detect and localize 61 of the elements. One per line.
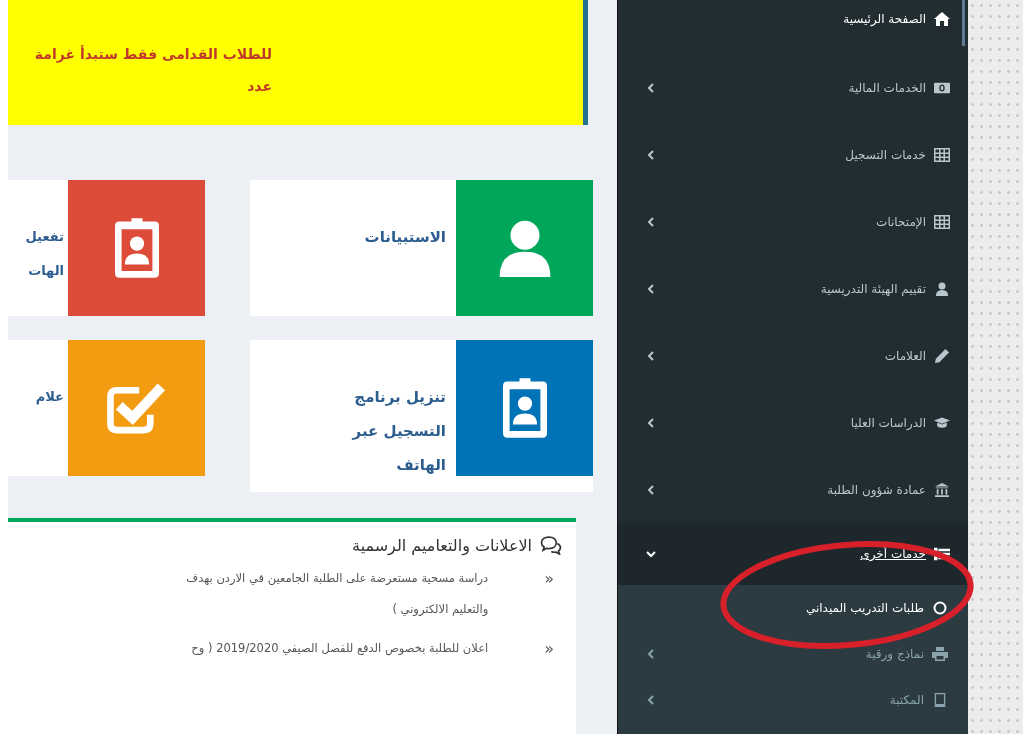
list-icon [934,547,950,561]
tile-label[interactable]: تفعيل [8,220,64,254]
tile-label[interactable]: الاستبيانات [250,220,446,254]
menu-label[interactable]: خدمات أخرى [860,547,926,561]
menu-label[interactable]: الخدمات المالية [848,80,926,95]
tablet-icon [932,693,948,707]
shortcut-tile[interactable]: تفعيل الهات [8,180,205,316]
tile-label[interactable]: التسجيل عبر [250,414,446,448]
menu-label[interactable]: الصفحة الرئيسية [843,12,926,26]
pencil-icon [934,348,950,363]
scrollbar-thumb [962,0,965,46]
user-icon [498,219,551,277]
panel-title: الاعلانات والتعاميم الرسمية [352,536,532,555]
menu-item[interactable]: خدمات التسجيل [618,121,968,188]
menu-label[interactable]: العلامات [884,348,926,363]
submenu-item[interactable]: طلبات التدريب الميداني [618,585,968,631]
bullet-mark: « [544,571,554,590]
notice-text: عدد [246,77,272,96]
menu-item[interactable]: عمادة شؤون الطلبة [618,456,968,523]
id-badge-icon [502,378,547,438]
graduation-cap-icon [934,415,950,430]
menu-label[interactable]: عمادة شؤون الطلبة [827,482,926,497]
shortcut-tile[interactable]: الاستبيانات [250,180,593,316]
printer-icon [932,647,948,661]
menu-item[interactable]: الخدمات المالية [618,54,968,121]
menu-item[interactable]: الإمتحانات [618,188,968,255]
banknote-icon [934,80,950,95]
tile-label[interactable]: تنزيل برنامج [250,380,446,414]
menu-item[interactable]: العلامات [618,322,968,389]
tile-label[interactable]: علام [8,380,64,414]
bank-icon [934,482,950,497]
tile-label[interactable]: الهات [8,254,64,288]
menu-label[interactable]: طلبات التدريب الميداني [805,601,924,615]
announcement-link[interactable]: دراسة مسحية مستعرضة على الطلبة الجامعين في الاردن بهدف [186,563,489,594]
id-badge-icon [114,218,159,278]
table-icon [934,147,950,162]
menu-label[interactable]: الدراسات العليا [850,415,926,430]
user-icon [934,281,950,296]
table-icon [934,214,950,229]
announcement-link[interactable]: والتعليم الالكتروني ) [186,594,489,625]
home-icon [934,12,950,26]
bullet-mark: « [544,641,554,660]
circle-icon [932,601,948,615]
menu-label[interactable]: الإمتحانات [876,214,926,229]
notice-text: للطلاب القدامى فقط ستبدأ غرامة [34,44,272,65]
menu-label[interactable]: خدمات التسجيل [845,147,926,162]
menu-item[interactable]: خدمات أخرى [618,523,968,585]
menu-item[interactable]: الصفحة الرئيسية [618,0,968,54]
announcement-link[interactable]: اعلان للطلبة بخصوص الدفع للفصل الصيفي 2019/2020 ( وح [191,633,489,664]
submenu-item[interactable]: المكتبة [618,677,968,723]
checkbox-icon [105,381,168,435]
shortcut-tile[interactable]: تنزيل برنامج التسجيل عبر الهاتف [250,340,593,492]
menu-item[interactable]: تقييم الهيئة التدريسية [618,255,968,322]
menu-label[interactable]: تقييم الهيئة التدريسية [820,281,926,296]
comments-icon [540,536,562,555]
menu-item[interactable]: الدراسات العليا [618,389,968,456]
menu-label[interactable]: نماذج ورقية [865,647,924,661]
menu-label[interactable]: المكتبة [889,693,924,707]
tile-label[interactable]: الهاتف [250,448,446,482]
shortcut-tile[interactable]: علام [8,340,205,476]
submenu-item[interactable]: نماذج ورقية [618,631,968,677]
